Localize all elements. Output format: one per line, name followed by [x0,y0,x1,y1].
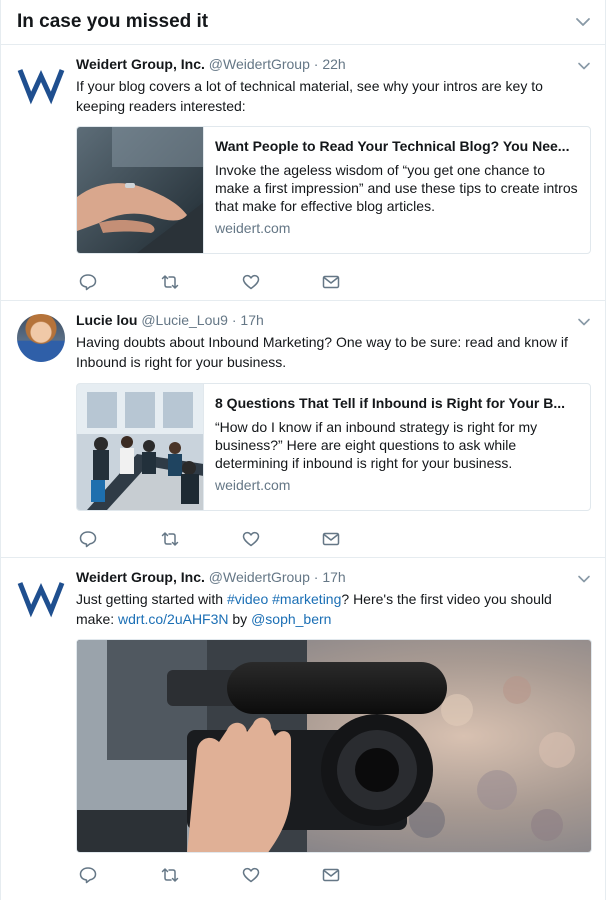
avatar[interactable] [17,571,65,619]
author-handle[interactable]: @Lucie_Lou9 [141,312,228,328]
url-link[interactable]: wdrt.co/2uAHF3N [118,611,228,627]
link-card[interactable]: Want People to Read Your Technical Blog?… [76,126,591,254]
module-header: In case you missed it [1,0,605,45]
reply-icon[interactable] [78,865,98,885]
mention-link[interactable]: @soph_bern [251,611,331,627]
author-handle[interactable]: @WeidertGroup [209,56,310,72]
card-title: 8 Questions That Tell if Inbound is Righ… [215,395,565,411]
heart-icon[interactable] [241,272,261,292]
tweet-text: If your blog covers a lot of technical m… [76,78,543,114]
card-description: Invoke the ageless wisdom of “you get on… [215,162,578,214]
text-segment: by [228,611,252,627]
tweet-header: Lucie lou @Lucie_Lou9 · 17h [76,312,264,328]
avatar[interactable] [17,58,65,106]
retweet-icon[interactable] [160,529,180,549]
author-handle[interactable]: @WeidertGroup [209,569,310,585]
tweet[interactable]: Lucie lou @Lucie_Lou9 · 17h Having doubt… [1,301,605,558]
separator: · [313,56,319,72]
timestamp[interactable]: 17h [322,569,345,585]
timestamp[interactable]: 17h [240,312,263,328]
module-title: In case you missed it [17,11,209,32]
card-title: Want People to Read Your Technical Blog?… [215,138,570,154]
author-name[interactable]: Lucie lou [76,312,137,328]
card-domain: weidert.com [215,220,291,236]
card-image [77,127,204,253]
tweet-header: Weidert Group, Inc. @WeidertGroup · 22h [76,56,346,72]
weidert-logo-icon [17,69,65,105]
timestamp[interactable]: 22h [322,56,345,72]
separator: · [231,312,237,328]
separator: · [313,569,319,585]
avatar[interactable] [17,314,65,362]
envelope-icon[interactable] [321,529,341,549]
hashtag-link[interactable]: #video [227,591,268,607]
author-name[interactable]: Weidert Group, Inc. [76,569,205,585]
envelope-icon[interactable] [321,865,341,885]
author-name[interactable]: Weidert Group, Inc. [76,56,205,72]
text-segment: Just getting started with [76,591,227,607]
chevron-down-icon[interactable] [577,572,591,586]
tweet-text: Having doubts about Inbound Marketing? O… [76,334,568,370]
tweet-actions [76,865,376,885]
chevron-down-icon[interactable] [577,59,591,73]
card-description: “How do I know if an inbound strategy is… [215,419,538,471]
retweet-icon[interactable] [160,272,180,292]
hashtag-link[interactable]: #marketing [272,591,341,607]
tweet-text: Just getting started with #video #market… [76,589,588,629]
heart-icon[interactable] [241,865,261,885]
chevron-down-icon[interactable] [575,14,591,30]
reply-icon[interactable] [78,529,98,549]
card-image [77,384,204,510]
tweet[interactable]: Weidert Group, Inc. @WeidertGroup · 17h … [1,558,605,900]
timeline-module: In case you missed it Weidert Group, Inc… [0,0,606,900]
tweet[interactable]: Weidert Group, Inc. @WeidertGroup · 22h … [1,45,605,301]
tweet-header: Weidert Group, Inc. @WeidertGroup · 17h [76,569,346,585]
tweet-actions [76,272,376,292]
reply-icon[interactable] [78,272,98,292]
retweet-icon[interactable] [160,865,180,885]
tweet-actions [76,529,376,549]
heart-icon[interactable] [241,529,261,549]
envelope-icon[interactable] [321,272,341,292]
weidert-logo-icon [17,582,65,618]
link-card[interactable]: 8 Questions That Tell if Inbound is Righ… [76,383,591,511]
tweet-media-image[interactable] [76,639,592,853]
chevron-down-icon[interactable] [577,315,591,329]
card-domain: weidert.com [215,477,291,493]
